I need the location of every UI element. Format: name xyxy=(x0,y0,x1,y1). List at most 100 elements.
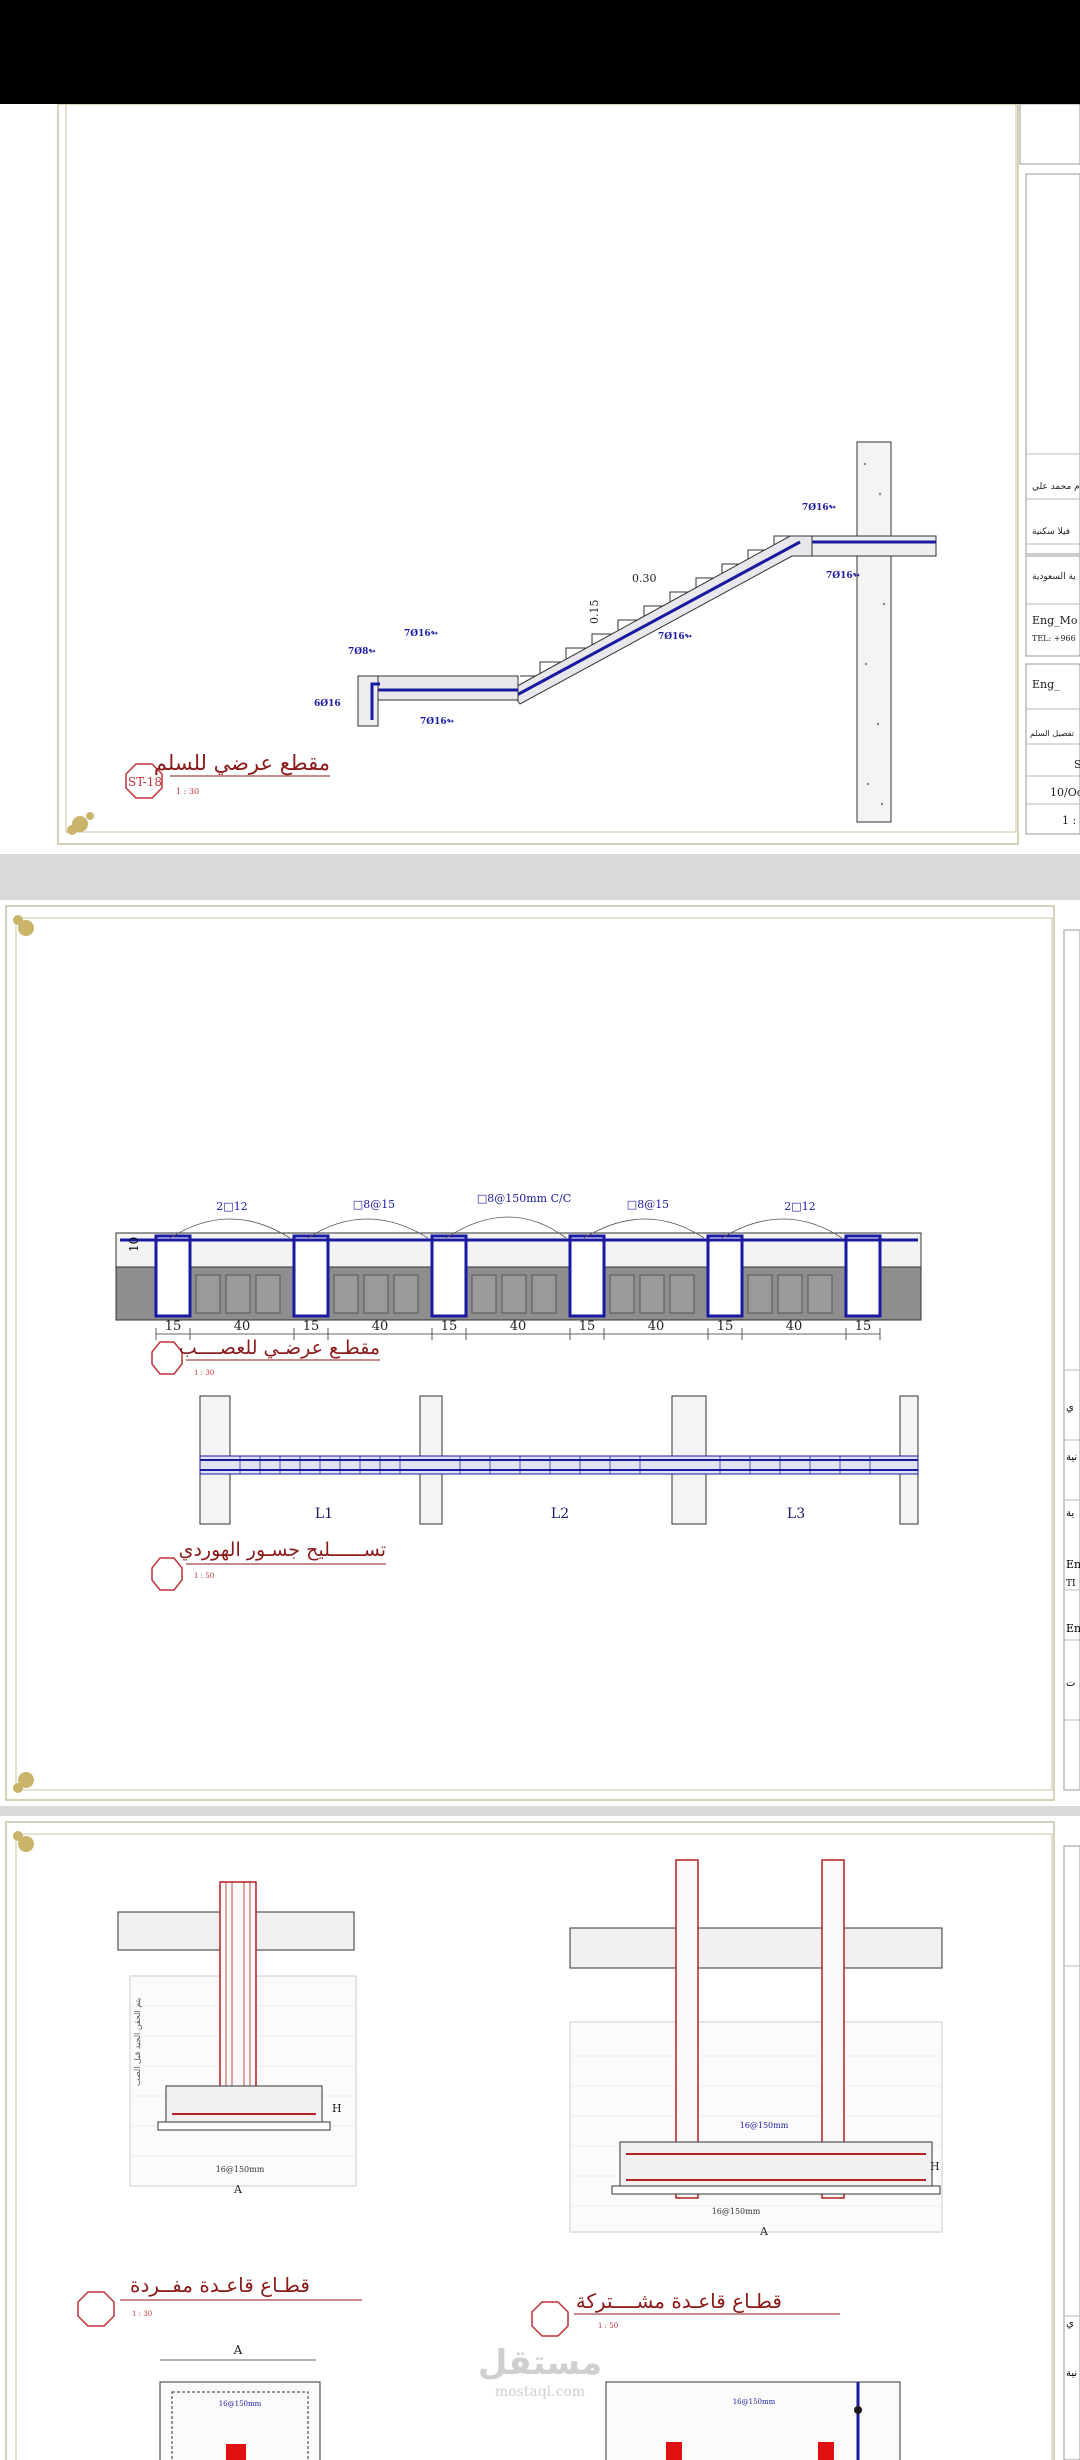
rib-dim: 40 xyxy=(510,1319,527,1334)
sheet-gap xyxy=(0,1806,1080,1816)
title-marker-icon xyxy=(151,1341,183,1375)
stair-drawing: م محمد علي فيلا سكنية ية السعودية Eng_Mo… xyxy=(57,104,1080,845)
tb-location: ية السعودية xyxy=(1032,572,1076,582)
top-black-bar xyxy=(0,0,1080,104)
rib-drawing: ي نية ية En TI En ت 2□12 □8@15 □8@150mm … xyxy=(5,905,1080,1801)
watermark-text: mostaql.com xyxy=(495,2384,585,2400)
plan-bar: 16@150mm xyxy=(733,2398,776,2406)
tb-cell: ي xyxy=(1066,2318,1074,2329)
tb-date: 10/Oc xyxy=(1050,786,1080,799)
sheet-footings: ي نية 16@150mm A H يتم الحقن الجيد قبل ا… xyxy=(0,1816,1080,2460)
title-marker-icon xyxy=(77,2291,115,2327)
tb-eng2: Eng_ xyxy=(1032,678,1060,691)
rebar-label: 7Ø16↬ xyxy=(404,628,439,639)
sheet-ribs: ي نية ية En TI En ت 2□12 □8@15 □8@150mm … xyxy=(0,900,1080,1806)
plan-marker-icon xyxy=(854,2406,862,2414)
combined-bar-bot: 16@150mm xyxy=(712,2207,761,2216)
stair-title: مقطع عرضي للسلم xyxy=(154,751,330,776)
rib-dim: 40 xyxy=(786,1319,803,1334)
tb-cell: ية xyxy=(1066,1508,1074,1519)
span-label: L2 xyxy=(551,1506,569,1522)
rebar-label: 7Ø16↬ xyxy=(802,502,837,513)
plan-column xyxy=(818,2442,834,2460)
beam-title: تســــــليح جسـور الهوردي xyxy=(179,1539,386,1561)
tb-drawing: تفصيل السلم xyxy=(1030,729,1074,738)
plan-a: A xyxy=(233,2343,243,2357)
sheet-stair: م محمد علي فيلا سكنية ية السعودية Eng_Mo… xyxy=(0,104,1080,854)
rib-label: □8@15 xyxy=(353,1198,395,1211)
rib-height: 10 xyxy=(127,1237,141,1252)
rib-dim: 40 xyxy=(372,1319,389,1334)
tb-owner: م محمد علي xyxy=(1032,482,1080,492)
single-footing: 16@150mm A H يتم الحقن الجيد قبل الصب xyxy=(117,1881,357,2196)
single-title: قطـاع قاعـدة مفــردة xyxy=(130,2273,310,2297)
rib-title: مقطـع عرضـي للعصــــب xyxy=(179,1337,380,1359)
tb-project: فيلا سكنية xyxy=(1032,527,1070,537)
plan-column xyxy=(226,2444,246,2460)
title-block: م محمد علي فيلا سكنية ية السعودية Eng_Mo… xyxy=(1019,104,1080,835)
tb-cell: ي xyxy=(1066,1402,1074,1413)
footing-drawing: ي نية 16@150mm A H يتم الحقن الجيد قبل ا… xyxy=(5,1821,1080,2460)
lower-landing xyxy=(357,675,519,701)
rib-label: 2□12 xyxy=(784,1200,815,1213)
span-label: L3 xyxy=(787,1506,805,1522)
single-bar: 16@150mm xyxy=(216,2165,265,2174)
title-marker-icon xyxy=(151,1557,183,1591)
stair-scale: 1 : 30 xyxy=(176,787,199,796)
combined-footing: 16@150mm 16@150mm A H xyxy=(569,1859,943,2238)
hordi-beams: L1 L2 L3 xyxy=(199,1395,919,1525)
rib-section: 2□12 □8@15 □8@150mm C/C □8@15 2□12 10 15… xyxy=(115,1192,922,1340)
watermark-logo: مستقل xyxy=(478,2343,602,2383)
rib-dim: 40 xyxy=(234,1319,251,1334)
rib-label: □8@150mm C/C xyxy=(477,1192,571,1205)
sheet-gap xyxy=(0,854,1080,900)
tb-scale: 1 : 3 xyxy=(1062,814,1080,827)
combined-h: H xyxy=(930,2160,940,2173)
stair-column xyxy=(856,441,892,823)
landing-slab xyxy=(811,535,937,557)
tb-cell: TI xyxy=(1066,1579,1076,1589)
rib-dim: 40 xyxy=(648,1319,665,1334)
title-block: ي نية ية En TI En ت xyxy=(1063,929,1080,1791)
rebar-label: 6Ø16 xyxy=(314,698,341,709)
combined-title: قطـاع قاعـدة مشــــتركة xyxy=(576,2289,782,2313)
tb-s: S xyxy=(1074,758,1080,771)
waist-rebar xyxy=(514,540,801,698)
rib-label: 2□12 xyxy=(216,1200,247,1213)
rib-label: □8@15 xyxy=(627,1198,669,1211)
tb-eng1: Eng_Mo xyxy=(1032,614,1078,627)
stair-tag: ST-18 xyxy=(128,775,162,789)
plan-bar: 16@150mm xyxy=(219,2400,262,2408)
rib-dim: 15 xyxy=(441,1319,458,1334)
tread-dim: 0.30 xyxy=(632,572,657,585)
rib-dim: 15 xyxy=(717,1319,734,1334)
combined-scale: 1 : 50 xyxy=(598,2322,618,2330)
span-label: L1 xyxy=(315,1506,333,1522)
single-h: H xyxy=(332,2102,342,2115)
single-a: A xyxy=(233,2183,243,2196)
tb-cell: نية xyxy=(1066,2368,1077,2379)
riser-dim: 0.15 xyxy=(588,600,601,625)
rib-dim: 15 xyxy=(303,1319,320,1334)
combined-a: A xyxy=(759,2225,769,2238)
tb-cell: En xyxy=(1066,1622,1080,1635)
tb-cell: ت xyxy=(1066,1678,1075,1689)
tb-cell: En xyxy=(1066,1558,1080,1571)
rebar-label: 7Ø8↬ xyxy=(348,646,376,657)
rib-dim: 15 xyxy=(855,1319,872,1334)
title-block: ي نية xyxy=(1063,1845,1080,2460)
single-scale: 1 : 30 xyxy=(132,2310,152,2318)
tb-cell: نية xyxy=(1066,1452,1077,1463)
plan-column xyxy=(666,2442,682,2460)
tb-tel: TEL: +966 xyxy=(1032,634,1076,643)
beam-scale: 1 : 50 xyxy=(194,1572,214,1580)
combined-bar-top: 16@150mm xyxy=(740,2121,789,2130)
rebar-label: 7Ø16↬ xyxy=(826,570,861,581)
rib-dim: 15 xyxy=(165,1319,182,1334)
rebar-label: 7Ø16↬ xyxy=(658,631,693,642)
rebar-label: 7Ø16↬ xyxy=(420,716,455,727)
rib-scale: 1 : 30 xyxy=(194,1369,214,1377)
title-marker-icon xyxy=(531,2301,569,2337)
side-note: يتم الحقن الجيد قبل الصب xyxy=(133,1998,142,2086)
rib-dim: 15 xyxy=(579,1319,596,1334)
